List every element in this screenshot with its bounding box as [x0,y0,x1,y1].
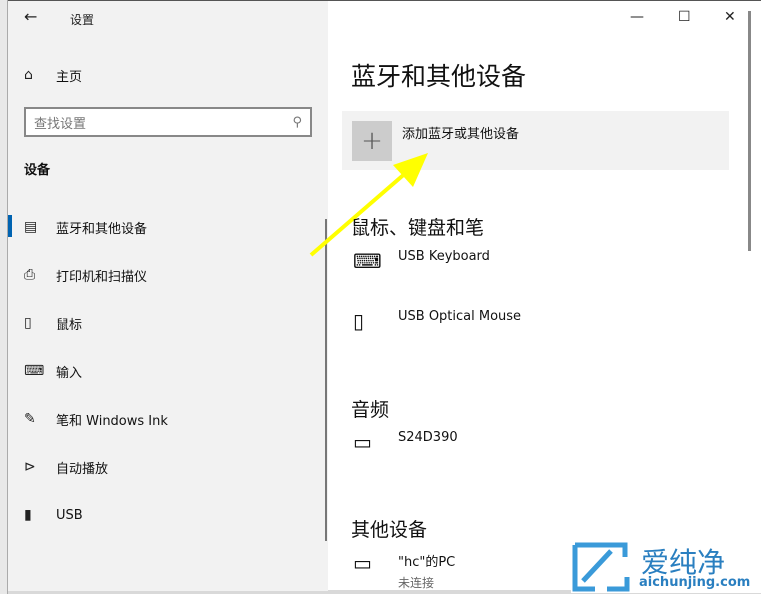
minimize-button[interactable]: — [630,9,644,25]
sidebar-item-printers[interactable]: ⎙ 打印机和扫描仪 [24,263,147,287]
item-label: 打印机和扫描仪 [56,269,148,285]
back-button[interactable]: ← [24,7,37,26]
close-button[interactable]: ✕ [724,9,736,25]
search-input[interactable]: 查找设置 ⚲ [24,107,312,137]
pen-icon: ✎ [24,411,36,427]
printer-icon: ⎙ [24,267,36,283]
device-status: 未连接 [398,576,435,590]
sidebar-item-bluetooth[interactable]: ▤ 蓝牙和其他设备 [24,215,147,239]
add-device-label: 添加蓝牙或其他设备 [402,127,520,142]
section-heading: 鼠标、键盘和笔 [351,217,485,239]
window-title: 设置 [70,13,95,27]
device-item[interactable]: ▭ S24D390 [353,430,458,454]
device-item[interactable]: ⌨ USB Keyboard [353,249,490,273]
sidebar-scrollbar[interactable] [325,219,327,541]
device-item[interactable]: ▯ USB Optical Mouse [353,309,521,333]
search-icon: ⚲ [292,114,302,130]
home-icon: ⌂ [24,67,33,83]
device-name: "hc"的PC [398,555,456,570]
sidebar-item-home[interactable]: ⌂ 主页 [24,63,82,87]
wireless-display-icon: ▭ [353,551,372,575]
item-label: 蓝牙和其他设备 [56,221,148,237]
monitor-icon: ▭ [353,430,372,454]
section-heading: 其他设备 [351,519,428,541]
sidebar-item-autoplay[interactable]: ⊳ 自动播放 [24,455,108,479]
background-window [0,0,8,594]
main-scrollbar[interactable] [748,11,751,251]
keyboard-icon: ⌨ [24,363,45,379]
section-heading: 音频 [351,399,390,421]
item-label: 鼠标 [56,317,83,333]
device-name: S24D390 [398,430,458,445]
selection-indicator [8,215,12,237]
usb-icon: ▮ [24,507,32,523]
keyboard-icon: ⌨ [353,249,382,273]
mouse-icon: ▯ [24,315,32,331]
settings-window: ← 设置 ⌂ 主页 查找设置 ⚲ 设备 ▤ 蓝牙和其他设备 ⎙ 打印机和扫描仪 ▯ 鼠标 … [8,0,761,593]
device-item[interactable]: ▭ "hc"的PC 未连接 [353,551,455,591]
item-label: 笔和 Windows Ink [56,413,168,429]
annotation-arrow [309,153,428,257]
bluetooth-devices-icon: ▤ [24,219,38,235]
page-title: 蓝牙和其他设备 [351,62,527,91]
sidebar-item-typing[interactable]: ⌨ 输入 [24,359,82,383]
item-label: USB [56,507,83,523]
item-label: 自动播放 [56,461,109,477]
item-label: 输入 [56,365,83,381]
device-name: USB Keyboard [398,249,490,264]
sidebar-item-mouse[interactable]: ▯ 鼠标 [24,311,82,335]
sidebar-item-pen[interactable]: ✎ 笔和 Windows Ink [24,407,168,431]
autoplay-icon: ⊳ [24,459,36,475]
search-placeholder: 查找设置 [34,116,87,132]
maximize-button[interactable]: ☐ [678,9,691,25]
sidebar: ← 设置 ⌂ 主页 查找设置 ⚲ 设备 ▤ 蓝牙和其他设备 ⎙ 打印机和扫描仪 ▯ 鼠标 … [8,1,328,591]
home-label: 主页 [56,69,83,85]
device-name: USB Optical Mouse [398,309,522,324]
mouse-icon: ▯ [353,309,365,333]
watermark-logo: 爱纯净 aichunjing.com [571,541,761,593]
watermark-icon [572,542,630,592]
group-heading: 设备 [24,163,51,178]
sidebar-item-usb[interactable]: ▮ USB [24,503,83,527]
